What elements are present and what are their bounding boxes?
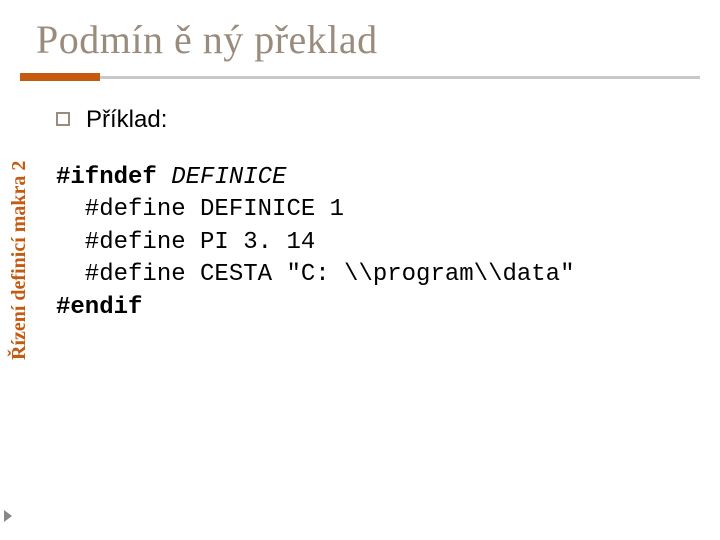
title-rule [0,73,720,78]
code-ifndef: #ifndef [56,164,157,191]
bullet-row: Příklad: [56,106,720,134]
bullet-icon [56,112,70,126]
body: Příklad: [0,78,720,134]
side-label: Řízení definicí makra 2 [8,161,31,360]
code-ifndef-id: DEFINICE [157,164,287,191]
slide: Podmín ě ný překlad Příklad: #ifndef DEF… [0,0,720,540]
code-line-4: #define CESTA "C: \\program\\data" [56,261,574,288]
code-line-2: #define DEFINICE 1 [56,196,344,223]
code-endif: #endif [56,294,142,321]
code-block: #ifndef DEFINICE #define DEFINICE 1 #def… [0,134,720,324]
slide-title: Podmín ě ný překlad [0,0,720,73]
rule-accent [20,73,100,81]
caret-icon [4,510,12,522]
bullet-text: Příklad: [86,106,167,134]
rule-long [20,76,700,79]
code-line-3: #define PI 3. 14 [56,229,315,256]
